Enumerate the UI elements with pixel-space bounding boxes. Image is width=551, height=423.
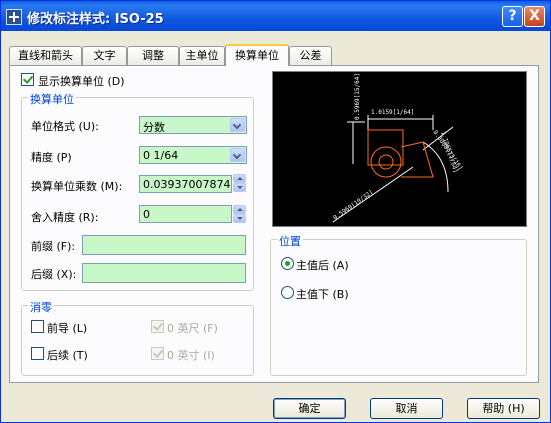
zero-suppression-group: [21, 305, 254, 376]
inches-checkbox[interactable]: [151, 347, 164, 360]
spin-up-icon[interactable]: [233, 205, 246, 214]
window-title: 修改标注样式: ISO-25: [27, 12, 164, 27]
multiplier-label: 换算单位乘数 (M):: [31, 180, 123, 193]
title-bar[interactable]: 修改标注样式: ISO-25 ? X: [1, 1, 550, 31]
multiplier-input[interactable]: 0.0393700787401: [139, 175, 232, 193]
tab-tolerances[interactable]: 公差: [289, 46, 332, 65]
after-primary-radio[interactable]: [281, 257, 294, 270]
round-off-spinner[interactable]: [233, 205, 246, 223]
round-off-label: 舍入精度 (R):: [31, 211, 99, 224]
spin-down-icon[interactable]: [233, 214, 246, 223]
leading-label[interactable]: 前导 (L): [47, 320, 87, 336]
precision-value: 0 1/64: [143, 149, 179, 162]
unit-format-select[interactable]: 分数: [139, 116, 247, 134]
multiplier-spinner[interactable]: [233, 174, 246, 192]
round-off-value: 0: [143, 208, 150, 221]
display-alt-units-label[interactable]: 显示换算单位 (D): [38, 73, 125, 89]
help-button[interactable]: 帮助 (H): [467, 398, 540, 419]
chevron-down-icon[interactable]: [230, 148, 245, 162]
multiplier-value: 0.0393700787401: [143, 178, 231, 191]
display-alt-units-checkbox[interactable]: [21, 73, 34, 86]
tab-primary-units[interactable]: 主单位: [179, 46, 225, 65]
suffix-label: 后缀 (X):: [31, 268, 77, 281]
alt-units-group-title: 换算单位: [28, 91, 76, 107]
trailing-label[interactable]: 后续 (T): [47, 347, 88, 363]
spin-down-icon[interactable]: [233, 183, 246, 192]
below-primary-label[interactable]: 主值下 (B): [296, 286, 349, 302]
tab-lines-arrows[interactable]: 直线和箭头: [9, 46, 82, 65]
dialog-window: 修改标注样式: ISO-25 ? X 直线和箭头 文字 调整 主单位 换算单位 …: [0, 0, 551, 423]
zero-suppression-title: 消零: [28, 299, 54, 315]
spin-up-icon[interactable]: [233, 174, 246, 183]
suffix-input[interactable]: [82, 263, 246, 283]
round-off-input[interactable]: 0: [139, 205, 232, 223]
close-button[interactable]: X: [524, 6, 545, 27]
unit-format-label: 单位格式 (U):: [31, 120, 99, 133]
preview-shape-circle: [370, 146, 402, 178]
leading-checkbox[interactable]: [31, 320, 44, 333]
feet-label: 0 英尺 (F): [167, 322, 218, 335]
tab-text[interactable]: 文字: [82, 46, 127, 65]
after-primary-label[interactable]: 主值后 (A): [296, 257, 349, 273]
tab-fit[interactable]: 调整: [127, 46, 179, 65]
unit-format-value: 分数: [143, 121, 165, 134]
tab-alternate-units[interactable]: 换算单位: [225, 44, 289, 66]
feet-checkbox[interactable]: [151, 320, 164, 333]
preview-dim-1: 1.0159[1/64]: [371, 109, 414, 116]
precision-select[interactable]: 0 1/64: [139, 146, 247, 164]
dimension-preview-drawing: 1.0159[1/64] 0.5969[15/64] 0.8008[13/16]…: [332, 73, 464, 223]
dimstyle-app-icon: [6, 9, 22, 25]
below-primary-radio[interactable]: [281, 286, 294, 299]
prefix-label: 前缀 (F):: [31, 240, 76, 253]
preview-dim-4: 0.5969[19/32]: [332, 189, 374, 222]
help-title-button[interactable]: ?: [502, 6, 523, 27]
chevron-down-icon[interactable]: [230, 118, 245, 132]
ok-button[interactable]: 确定: [273, 398, 346, 419]
cancel-button[interactable]: 取消: [370, 398, 443, 419]
preview-panel: 1.0159[1/64] 0.5969[15/64] 0.8008[13/16]…: [272, 71, 527, 227]
preview-shape-hole: [378, 154, 394, 170]
trailing-checkbox[interactable]: [31, 347, 44, 360]
placement-title: 位置: [277, 233, 303, 249]
precision-label: 精度 (P): [31, 151, 72, 164]
inches-label: 0 英寸 (I): [167, 349, 215, 362]
prefix-input[interactable]: [82, 235, 246, 255]
preview-dim-3: 1.1965[1/64]: [439, 130, 459, 173]
preview-dim-0: 0.5969[15/64]: [354, 73, 361, 120]
